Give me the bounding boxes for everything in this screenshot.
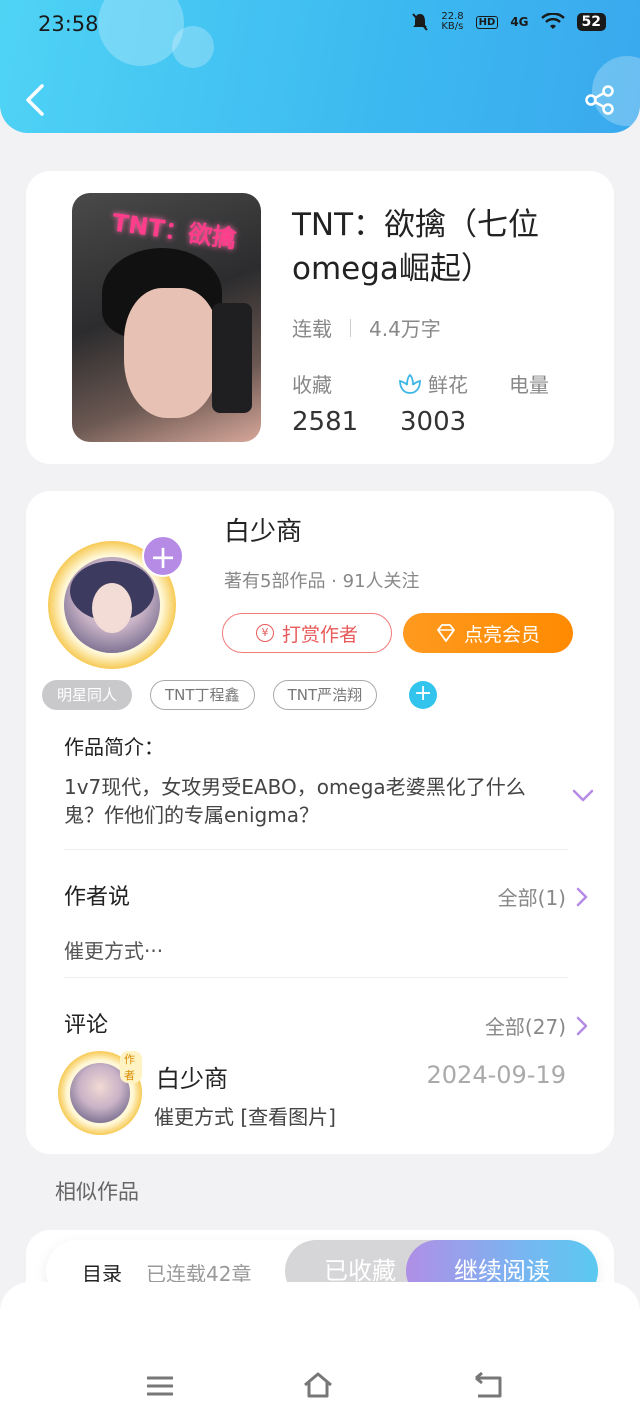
commenter-avatar[interactable]: 作者 [58,1051,142,1135]
author-stats: 著有5部作品 · 91人关注 [224,571,420,592]
back-arrow-icon[interactable] [22,80,52,120]
book-status: 连载 [292,317,332,341]
book-meta: 连载 4.4万字 [292,313,441,342]
book-info-card: TNT：欲擒 TNT：欲擒（七位omega崛起） 连载 4.4万字 收藏 258… [26,171,614,464]
stat-value-favorites: 2581 [292,407,359,437]
comments-all-link[interactable]: 全部(27) [485,1011,588,1040]
author-say-all-link[interactable]: 全部(1) [498,882,588,911]
menu-icon[interactable] [144,1370,176,1402]
chevron-right-icon [576,887,588,906]
author-say-text[interactable]: 催更方式··· [64,935,163,964]
status-bar: 23:58 22.8 KB/s HD 4G 52 [0,0,640,52]
system-nav-bar [0,1282,640,1422]
chevron-down-icon[interactable] [572,789,594,803]
author-detail-card: + 白少商 著有5部作品 · 91人关注 ¥ 打赏作者 点亮会员 明星同人 TN… [26,491,614,1154]
tag-item[interactable]: 明星同人 [42,680,133,710]
similar-works-title: 相似作品 [55,1180,139,1204]
chevron-right-icon [576,1016,588,1035]
avatar-illustration [92,583,132,633]
divider [350,318,351,337]
tag-list: 明星同人 TNT丁程鑫 TNT严浩翔 + [42,680,438,710]
wifi-icon [540,13,565,29]
hd-badge: HD [475,15,499,29]
commenter-name: 白少商 [156,1065,228,1093]
diamond-icon [437,624,455,642]
cover-illustration [124,288,219,418]
avatar-illustration [64,557,160,653]
vip-button[interactable]: 点亮会员 [403,613,573,653]
tag-item[interactable]: TNT丁程鑫 [150,680,255,710]
reward-label: 打赏作者 [281,623,358,646]
comment-date: 2024-09-19 [426,1061,566,1089]
tag-item[interactable]: TNT严浩翔 [272,680,378,710]
network-signal-icon: 4G [510,15,529,29]
reward-author-button[interactable]: ¥ 打赏作者 [222,613,392,653]
book-title: TNT：欲擒（七位omega崛起） [292,207,540,287]
cover-title-text: TNT：欲擒 [110,208,238,254]
back-nav-icon[interactable] [472,1370,504,1402]
author-say-title: 作者说 [64,885,131,910]
stat-value-flowers: 3003 [400,407,467,437]
add-tag-icon[interactable]: + [409,681,438,709]
flower-icon [399,373,421,394]
status-time: 23:58 [38,12,99,36]
vip-label: 点亮会员 [463,623,540,646]
status-icons: 22.8 KB/s HD 4G 52 [411,12,606,32]
mute-bell-icon [412,13,429,31]
battery-indicator: 52 [576,13,606,31]
divider [64,849,568,850]
share-icon[interactable] [584,84,616,116]
cover-illustration [212,303,252,413]
home-icon[interactable] [302,1370,334,1402]
intro-title: 作品简介： [64,735,164,759]
header-bar: 23:58 22.8 KB/s HD 4G 52 [0,0,640,133]
book-cover[interactable]: TNT：欲擒 [72,193,261,442]
comment-text[interactable]: 催更方式 [查看图片] [154,1101,336,1130]
stat-label-flowers[interactable]: 鲜花 [398,369,468,398]
book-word-count: 4.4万字 [369,317,441,341]
all-label: 全部(27) [484,1015,566,1039]
divider [64,977,568,978]
all-label: 全部(1) [497,886,566,910]
stat-label-power[interactable]: 电量 [509,369,549,398]
stat-label-favorites: 收藏 [292,373,332,397]
follow-plus-icon[interactable]: + [142,535,184,577]
comments-title: 评论 [64,1013,109,1038]
intro-text: 1v7现代，女攻男受EABO，omega老婆黑化了什么鬼？作他们的专属enigm… [64,775,526,827]
yen-icon: ¥ [255,624,274,642]
author-name[interactable]: 白少商 [224,511,302,548]
author-badge: 作者 [120,1051,142,1083]
net-speed: 22.8 KB/s [441,11,464,32]
